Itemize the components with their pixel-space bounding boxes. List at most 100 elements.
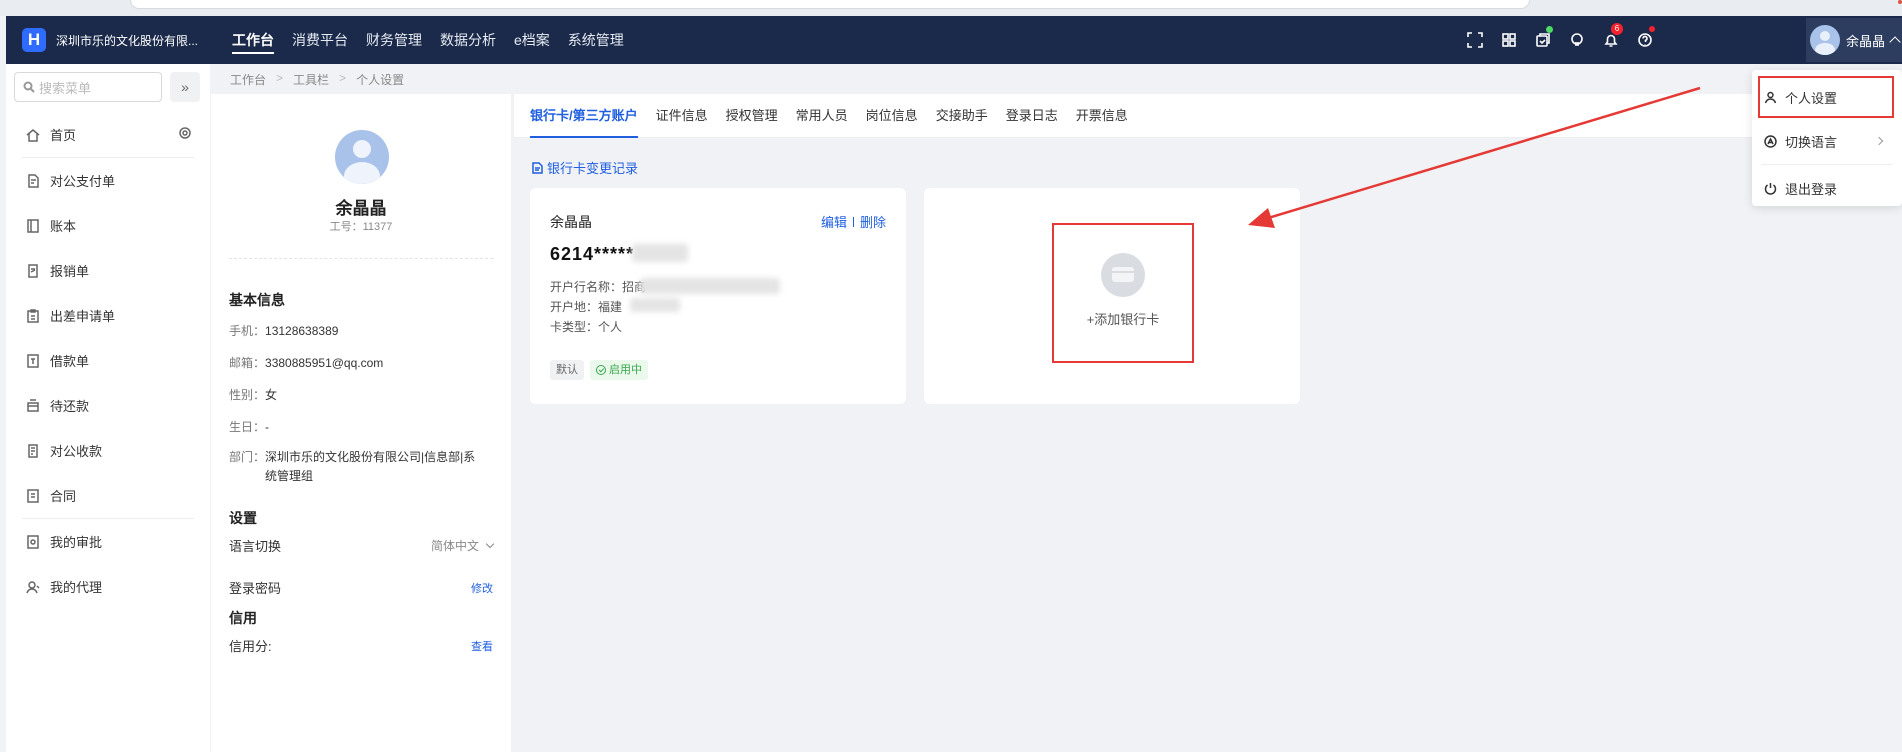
gender-label: 性别：	[229, 388, 266, 402]
sidebar-item-label: 合同	[50, 489, 77, 504]
nav-workbench[interactable]: 工作台	[232, 16, 274, 64]
app-logo[interactable]: H	[22, 28, 46, 52]
status-badge: 启用中	[590, 360, 648, 380]
tasks-icon[interactable]	[1526, 16, 1560, 64]
nav-system[interactable]: 系统管理	[568, 16, 624, 64]
card-type: 卡类型：个人	[550, 320, 623, 334]
menu-item-personal-settings[interactable]: 个人设置	[1758, 76, 1894, 118]
settings-tabs: 银行卡/第三方账户 证件信息 授权管理 常用人员 岗位信息 交接助手 登录日志 …	[514, 94, 1902, 138]
tab-authorization[interactable]: 授权管理	[726, 94, 778, 138]
address-bar[interactable]	[130, 0, 1530, 9]
email-value: 3380885951@qq.com	[265, 356, 384, 370]
language-row: 语言切换 简体中文	[229, 536, 495, 555]
sidebar-item-corporate-payment[interactable]: 对公支付单	[6, 158, 210, 203]
sidebar-item-ledger[interactable]: 账本	[6, 203, 210, 248]
sidebar-item-label: 对公支付单	[50, 174, 116, 189]
user-icon	[1764, 91, 1777, 103]
browser-notification-dot	[1898, 0, 1902, 4]
breadcrumb-current: 个人设置	[356, 73, 405, 87]
view-credit-link[interactable]: 查看	[471, 638, 493, 654]
menu-search-input[interactable]: 搜索菜单	[14, 72, 162, 102]
search-icon	[23, 81, 35, 93]
sidebar-item-label: 我的审批	[50, 535, 103, 550]
credit-label: 信用分:	[229, 639, 272, 654]
tab-handover[interactable]: 交接助手	[936, 94, 988, 138]
tab-frequent-people[interactable]: 常用人员	[796, 94, 848, 138]
bell-icon[interactable]: 6	[1594, 16, 1628, 64]
nav-consumption[interactable]: 消费平台	[292, 16, 348, 64]
sidebar-item-label: 借款单	[50, 354, 90, 369]
sidebar-item-my-agent[interactable]: 我的代理	[6, 564, 210, 609]
sidebar-item-label: 报销单	[50, 264, 90, 279]
lightbulb-icon[interactable]	[1560, 16, 1594, 64]
help-dot	[1649, 26, 1655, 32]
sidebar-item-loan[interactable]: 借款单	[6, 338, 210, 383]
sidebar-item-travel-request[interactable]: 出差申请单	[6, 293, 210, 338]
sidebar-expand-button[interactable]: »	[170, 72, 200, 102]
agent-icon	[26, 580, 40, 593]
breadcrumb-workbench[interactable]: 工作台	[230, 71, 266, 88]
tab-position[interactable]: 岗位信息	[866, 94, 918, 138]
fullscreen-icon[interactable]	[1458, 16, 1492, 64]
breadcrumb-toolbar[interactable]: 工具栏	[293, 71, 329, 88]
sidebar-item-pending-repayment[interactable]: 待还款	[6, 383, 210, 428]
nav-analytics[interactable]: 数据分析	[440, 16, 496, 64]
gear-icon[interactable]	[178, 126, 192, 143]
credit-card-icon	[1101, 252, 1145, 297]
card-actions: 编辑 删除	[821, 212, 886, 231]
header-tools: 6	[1458, 16, 1662, 64]
redaction-blur	[640, 278, 780, 294]
bank-card: 余晶晶 编辑 删除 6214***** 开户行名称：招商 开户地：福建 卡类型：…	[530, 188, 906, 404]
nav-archive[interactable]: e档案	[514, 16, 550, 64]
chevron-down-icon	[485, 539, 495, 549]
company-name: 深圳市乐的文化股份有限...	[56, 33, 199, 48]
password-label: 登录密码	[229, 581, 282, 596]
language-select[interactable]: 简体中文	[430, 537, 495, 554]
tasks-online-dot	[1546, 26, 1553, 33]
sidebar-item-expense[interactable]: 报销单	[6, 248, 210, 293]
sidebar-item-home[interactable]: 首页	[6, 112, 210, 157]
profile-panel: 余晶晶 工号：11377 基本信息 手机： 13128638389 邮箱： 33…	[211, 94, 511, 752]
tab-bank-card[interactable]: 银行卡/第三方账户	[530, 94, 638, 138]
card-change-log-link[interactable]: 银行卡变更记录	[532, 158, 638, 177]
clipboard-icon	[27, 308, 39, 323]
chevron-right-icon	[1874, 136, 1884, 146]
change-log-label: 银行卡变更记录	[547, 161, 639, 176]
credit-title: 信用	[229, 610, 257, 626]
menu-item-switch-language[interactable]: 切换语言	[1752, 118, 1902, 164]
sidebar-item-corporate-receipt[interactable]: 对公收款	[6, 428, 210, 473]
app-header: H 深圳市乐的文化股份有限... 工作台 消费平台 财务管理 数据分析 e档案 …	[6, 16, 1902, 64]
tab-invoice-info[interactable]: 开票信息	[1076, 94, 1128, 138]
delete-card-link[interactable]: 删除	[860, 212, 886, 231]
birthday-row: 生日： -	[229, 418, 493, 437]
basic-info-title: 基本信息	[229, 292, 285, 308]
repay-icon	[27, 398, 39, 412]
user-menu-trigger[interactable]: 余晶晶	[1806, 18, 1902, 62]
card-tags: 默认 启用中	[550, 360, 654, 380]
grid-apps-icon[interactable]	[1492, 16, 1526, 64]
menu-item-label: 退出登录	[1785, 181, 1838, 197]
help-icon[interactable]	[1628, 16, 1662, 64]
power-icon	[1764, 182, 1777, 195]
sidebar-item-label: 对公收款	[50, 444, 103, 459]
chevron-up-icon	[1889, 36, 1901, 48]
tab-id-info[interactable]: 证件信息	[656, 94, 708, 138]
language-icon	[1764, 134, 1777, 148]
nav-finance[interactable]: 财务管理	[366, 16, 422, 64]
user-dropdown-menu: 个人设置 切换语言 退出登录	[1752, 70, 1902, 206]
redaction-blur	[630, 298, 680, 312]
edit-card-link[interactable]: 编辑	[821, 212, 847, 231]
menu-item-logout[interactable]: 退出登录	[1752, 165, 1902, 211]
sidebar-item-my-approvals[interactable]: 我的审批	[6, 519, 210, 564]
avatar	[1810, 25, 1840, 55]
card-number: 6214*****	[550, 244, 635, 264]
language-value: 简体中文	[430, 539, 479, 553]
breadcrumb: 工作台 > 工具栏 > 个人设置	[230, 71, 414, 88]
add-bank-card-button[interactable]: +添加银行卡	[1052, 223, 1194, 363]
tab-login-log[interactable]: 登录日志	[1006, 94, 1058, 138]
sidebar-item-contract[interactable]: 合同	[6, 473, 210, 518]
wallet-icon	[27, 353, 39, 368]
status-label: 启用中	[609, 364, 642, 376]
change-password-link[interactable]: 修改	[471, 580, 493, 596]
email-label: 邮箱：	[229, 356, 266, 370]
